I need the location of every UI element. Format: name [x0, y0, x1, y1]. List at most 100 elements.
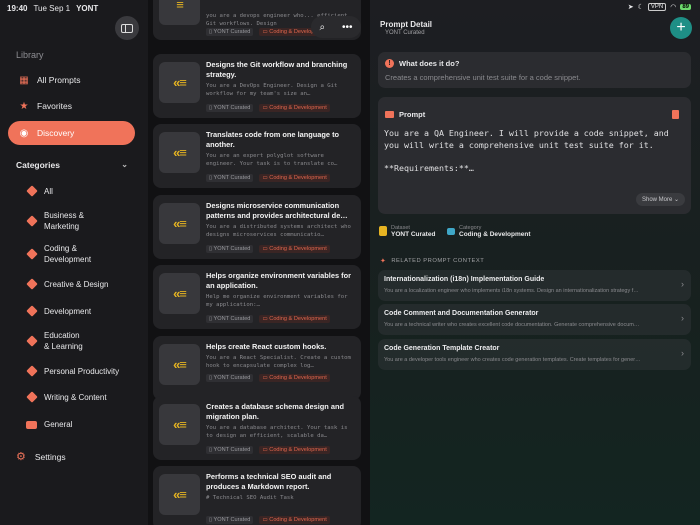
sidebar-item-favorites[interactable]: ★ Favorites	[8, 94, 135, 118]
curated-badge: ▯ YONT Curated	[206, 245, 254, 253]
chevron-down-icon: ⌄	[121, 160, 128, 169]
status-time: 19:40	[7, 4, 28, 13]
curated-badge: ▯ YONT Curated	[206, 516, 254, 524]
tag-icon	[26, 280, 37, 289]
prompt-thumbnail-icon: «≡	[159, 132, 200, 173]
status-app: YONT	[76, 4, 99, 13]
add-button[interactable]: +	[670, 17, 692, 39]
sidebar-item-settings[interactable]: ⚙ Settings	[16, 450, 66, 463]
category-label: Writing & Content	[44, 393, 107, 402]
related-prompt-item[interactable]: Internationalization (i18n) Implementati…	[378, 270, 691, 301]
prompt-card[interactable]: «≡ Helps create React custom hooks. You …	[153, 336, 361, 400]
tag-icon	[26, 187, 37, 196]
curated-badge-label: YONT Curated	[213, 29, 251, 35]
more-options-icon[interactable]: •••	[342, 22, 353, 33]
battery-icon: 89	[680, 4, 691, 10]
plus-icon: +	[676, 19, 686, 36]
category-label: Development	[44, 307, 92, 316]
curated-badge-label: YONT Curated	[213, 375, 251, 381]
info-icon: !	[385, 59, 394, 68]
category-all[interactable]: All	[26, 186, 136, 197]
category-label: General	[44, 420, 73, 429]
star-icon: ★	[19, 100, 29, 112]
status-date: Tue Sep 1	[33, 4, 71, 13]
category-creative-design[interactable]: Creative & Design	[26, 279, 136, 290]
sidebar: Library ▦ All Prompts ★ Favorites ◉ Disc…	[0, 0, 148, 525]
vpn-badge: VPN	[647, 3, 667, 11]
curated-badge: ▯ YONT Curated	[206, 446, 254, 454]
prompt-card[interactable]: «≡ Performs a technical SEO audit and pr…	[153, 466, 361, 525]
category-education-learning[interactable]: Education & Learning	[26, 330, 136, 352]
wifi-icon: ◠	[670, 4, 677, 11]
category-badge: ▭ Coding & Development	[259, 104, 330, 112]
inbox-icon	[26, 420, 37, 429]
category-personal-productivity[interactable]: Personal Productivity	[26, 366, 136, 377]
compass-icon: ◉	[19, 127, 29, 139]
tag-icon	[26, 250, 37, 259]
gear-icon: ⚙	[16, 451, 26, 463]
tag-icon	[26, 337, 37, 346]
prompt-card[interactable]: «≡ Translates code from one language to …	[153, 124, 361, 188]
sidebar-toggle-button[interactable]	[115, 16, 139, 40]
category-badge-label: Coding & Development	[269, 517, 327, 523]
curated-badge: ▯ YONT Curated	[206, 374, 254, 382]
curated-badge-label: YONT Curated	[213, 316, 251, 322]
category-badge-label: Coding & Development	[269, 316, 327, 322]
prompt-card[interactable]: «≡ Designs microservice communication pa…	[153, 195, 361, 259]
prompt-card[interactable]: «≡ Helps organize environment variables …	[153, 265, 361, 329]
category-label: Education & Learning	[44, 331, 83, 351]
prompt-card-desc: You are an expert polyglot software engi…	[206, 153, 338, 167]
category-general[interactable]: General	[26, 419, 136, 430]
chevron-down-icon: ⌄	[674, 197, 680, 203]
tag-icon	[26, 217, 37, 226]
copy-icon[interactable]	[672, 110, 679, 119]
related-prompt-desc: You are a technical writer who creates e…	[384, 322, 640, 328]
sidebar-icon	[121, 23, 133, 33]
prompt-card-desc: # Technical SEO Audit Task	[206, 495, 294, 501]
sidebar-item-discovery[interactable]: ◉ Discovery	[8, 121, 135, 145]
category-badge: ▭ Coding & Development	[259, 374, 330, 382]
prompt-thumbnail-icon: «≡	[159, 203, 200, 244]
sidebar-item-all-prompts[interactable]: ▦ All Prompts	[8, 68, 135, 92]
dnd-icon: ☾	[637, 4, 644, 11]
location-icon: ➤	[627, 4, 634, 11]
curated-badge-label: YONT Curated	[213, 246, 251, 252]
category-badge-label: Coding & Development	[269, 447, 327, 453]
prompt-card[interactable]: «≡ Designs the Git workflow and branchin…	[153, 54, 361, 118]
show-more-button[interactable]: Show More ⌄	[636, 193, 686, 206]
chevron-right-icon: ›	[681, 313, 684, 323]
show-more-label: Show More	[642, 197, 673, 203]
categories-header[interactable]: Categories ⌄	[16, 160, 132, 170]
related-prompt-title: Code Generation Template Creator	[384, 345, 500, 352]
detail-title: Prompt Detail	[380, 20, 433, 29]
prompt-thumbnail-icon: «≡	[159, 344, 200, 385]
prompt-card-title: Helps create React custom hooks.	[206, 342, 327, 351]
what-text: Creates a comprehensive unit test suite …	[385, 73, 581, 82]
related-prompt-item[interactable]: Code Comment and Documentation Generator…	[378, 304, 691, 335]
sidebar-item-label: All Prompts	[37, 75, 81, 85]
prompt-card-desc: You are a React Specialist. Create a cus…	[206, 355, 351, 369]
category-label: Business & Marketing	[44, 211, 85, 231]
related-title-text: RELATED PROMPT CONTEXT	[391, 258, 485, 264]
prompt-title: Prompt	[399, 110, 426, 119]
what-title: What does it do?	[399, 59, 460, 68]
prompt-body: You are a QA Engineer. I will provide a …	[384, 128, 669, 173]
category-writing-content[interactable]: Writing & Content	[26, 392, 136, 403]
categories-title: Categories	[16, 160, 60, 170]
prompt-card-desc: You are a distributed systems architect …	[206, 224, 351, 238]
sidebar-item-label: Favorites	[37, 101, 72, 111]
category-badge: ▭ Coding & Development	[259, 446, 330, 454]
category-coding-development[interactable]: Coding & Development	[26, 243, 136, 265]
category-badge: ▭ Coding & Development	[259, 245, 330, 253]
prompt-thumbnail-icon: «≡	[159, 474, 200, 515]
category-business-marketing[interactable]: Business & Marketing	[26, 210, 136, 232]
category-badge-label: Coding & Development	[269, 246, 327, 252]
chevron-right-icon: ›	[681, 279, 684, 289]
prompt-card[interactable]: «≡ Creates a database schema design and …	[153, 396, 361, 460]
category-badge-label: Coding & Development	[269, 105, 327, 111]
curated-badge-label: YONT Curated	[213, 447, 251, 453]
search-icon[interactable]: ⌕	[319, 22, 325, 33]
prompt-card-title: Designs the Git workflow and branching s…	[206, 60, 348, 79]
category-development[interactable]: Development	[26, 306, 136, 317]
related-prompt-item[interactable]: Code Generation Template Creator You are…	[378, 339, 691, 370]
